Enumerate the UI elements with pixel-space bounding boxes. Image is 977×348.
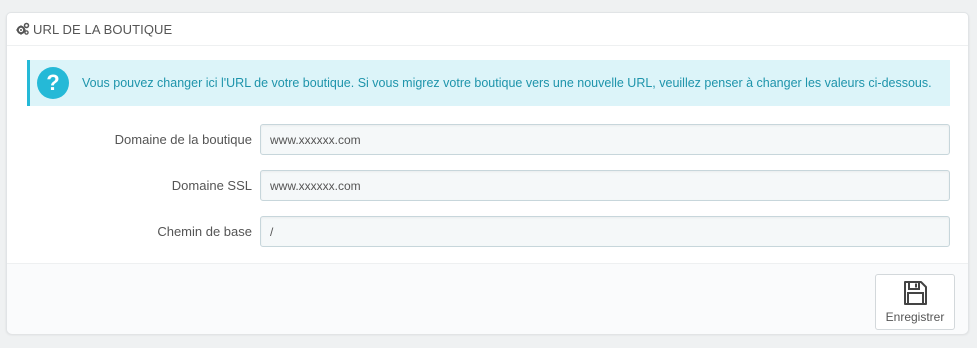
shop-domain-input[interactable] <box>260 124 950 155</box>
panel-footer: Enregistrer <box>7 263 968 334</box>
alert-text: Vous pouvez changer ici l'URL de votre b… <box>82 76 932 90</box>
panel-title: URL de la boutique <box>33 21 173 37</box>
form-row-shop-domain: Domaine de la boutique <box>7 124 970 156</box>
ssl-domain-label: Domaine SSL <box>171 178 252 193</box>
form-row-base-path: Chemin de base <box>7 216 970 248</box>
form-row-ssl-domain: Domaine SSL <box>7 170 970 202</box>
shop-url-panel: URL de la boutique ? Vous pouvez changer… <box>6 12 969 334</box>
panel-heading: URL de la boutique <box>7 13 968 46</box>
info-alert: ? Vous pouvez changer ici l'URL de votre… <box>27 60 950 106</box>
base-path-label: Chemin de base <box>157 224 252 239</box>
save-button[interactable]: Enregistrer <box>875 274 955 330</box>
shop-domain-label: Domaine de la boutique <box>114 132 252 147</box>
ssl-domain-input[interactable] <box>260 170 950 201</box>
gears-icon <box>16 22 30 36</box>
save-button-label: Enregistrer <box>885 310 945 324</box>
floppy-disk-icon <box>902 280 928 306</box>
base-path-input[interactable] <box>260 216 950 247</box>
question-icon: ? <box>37 67 69 99</box>
